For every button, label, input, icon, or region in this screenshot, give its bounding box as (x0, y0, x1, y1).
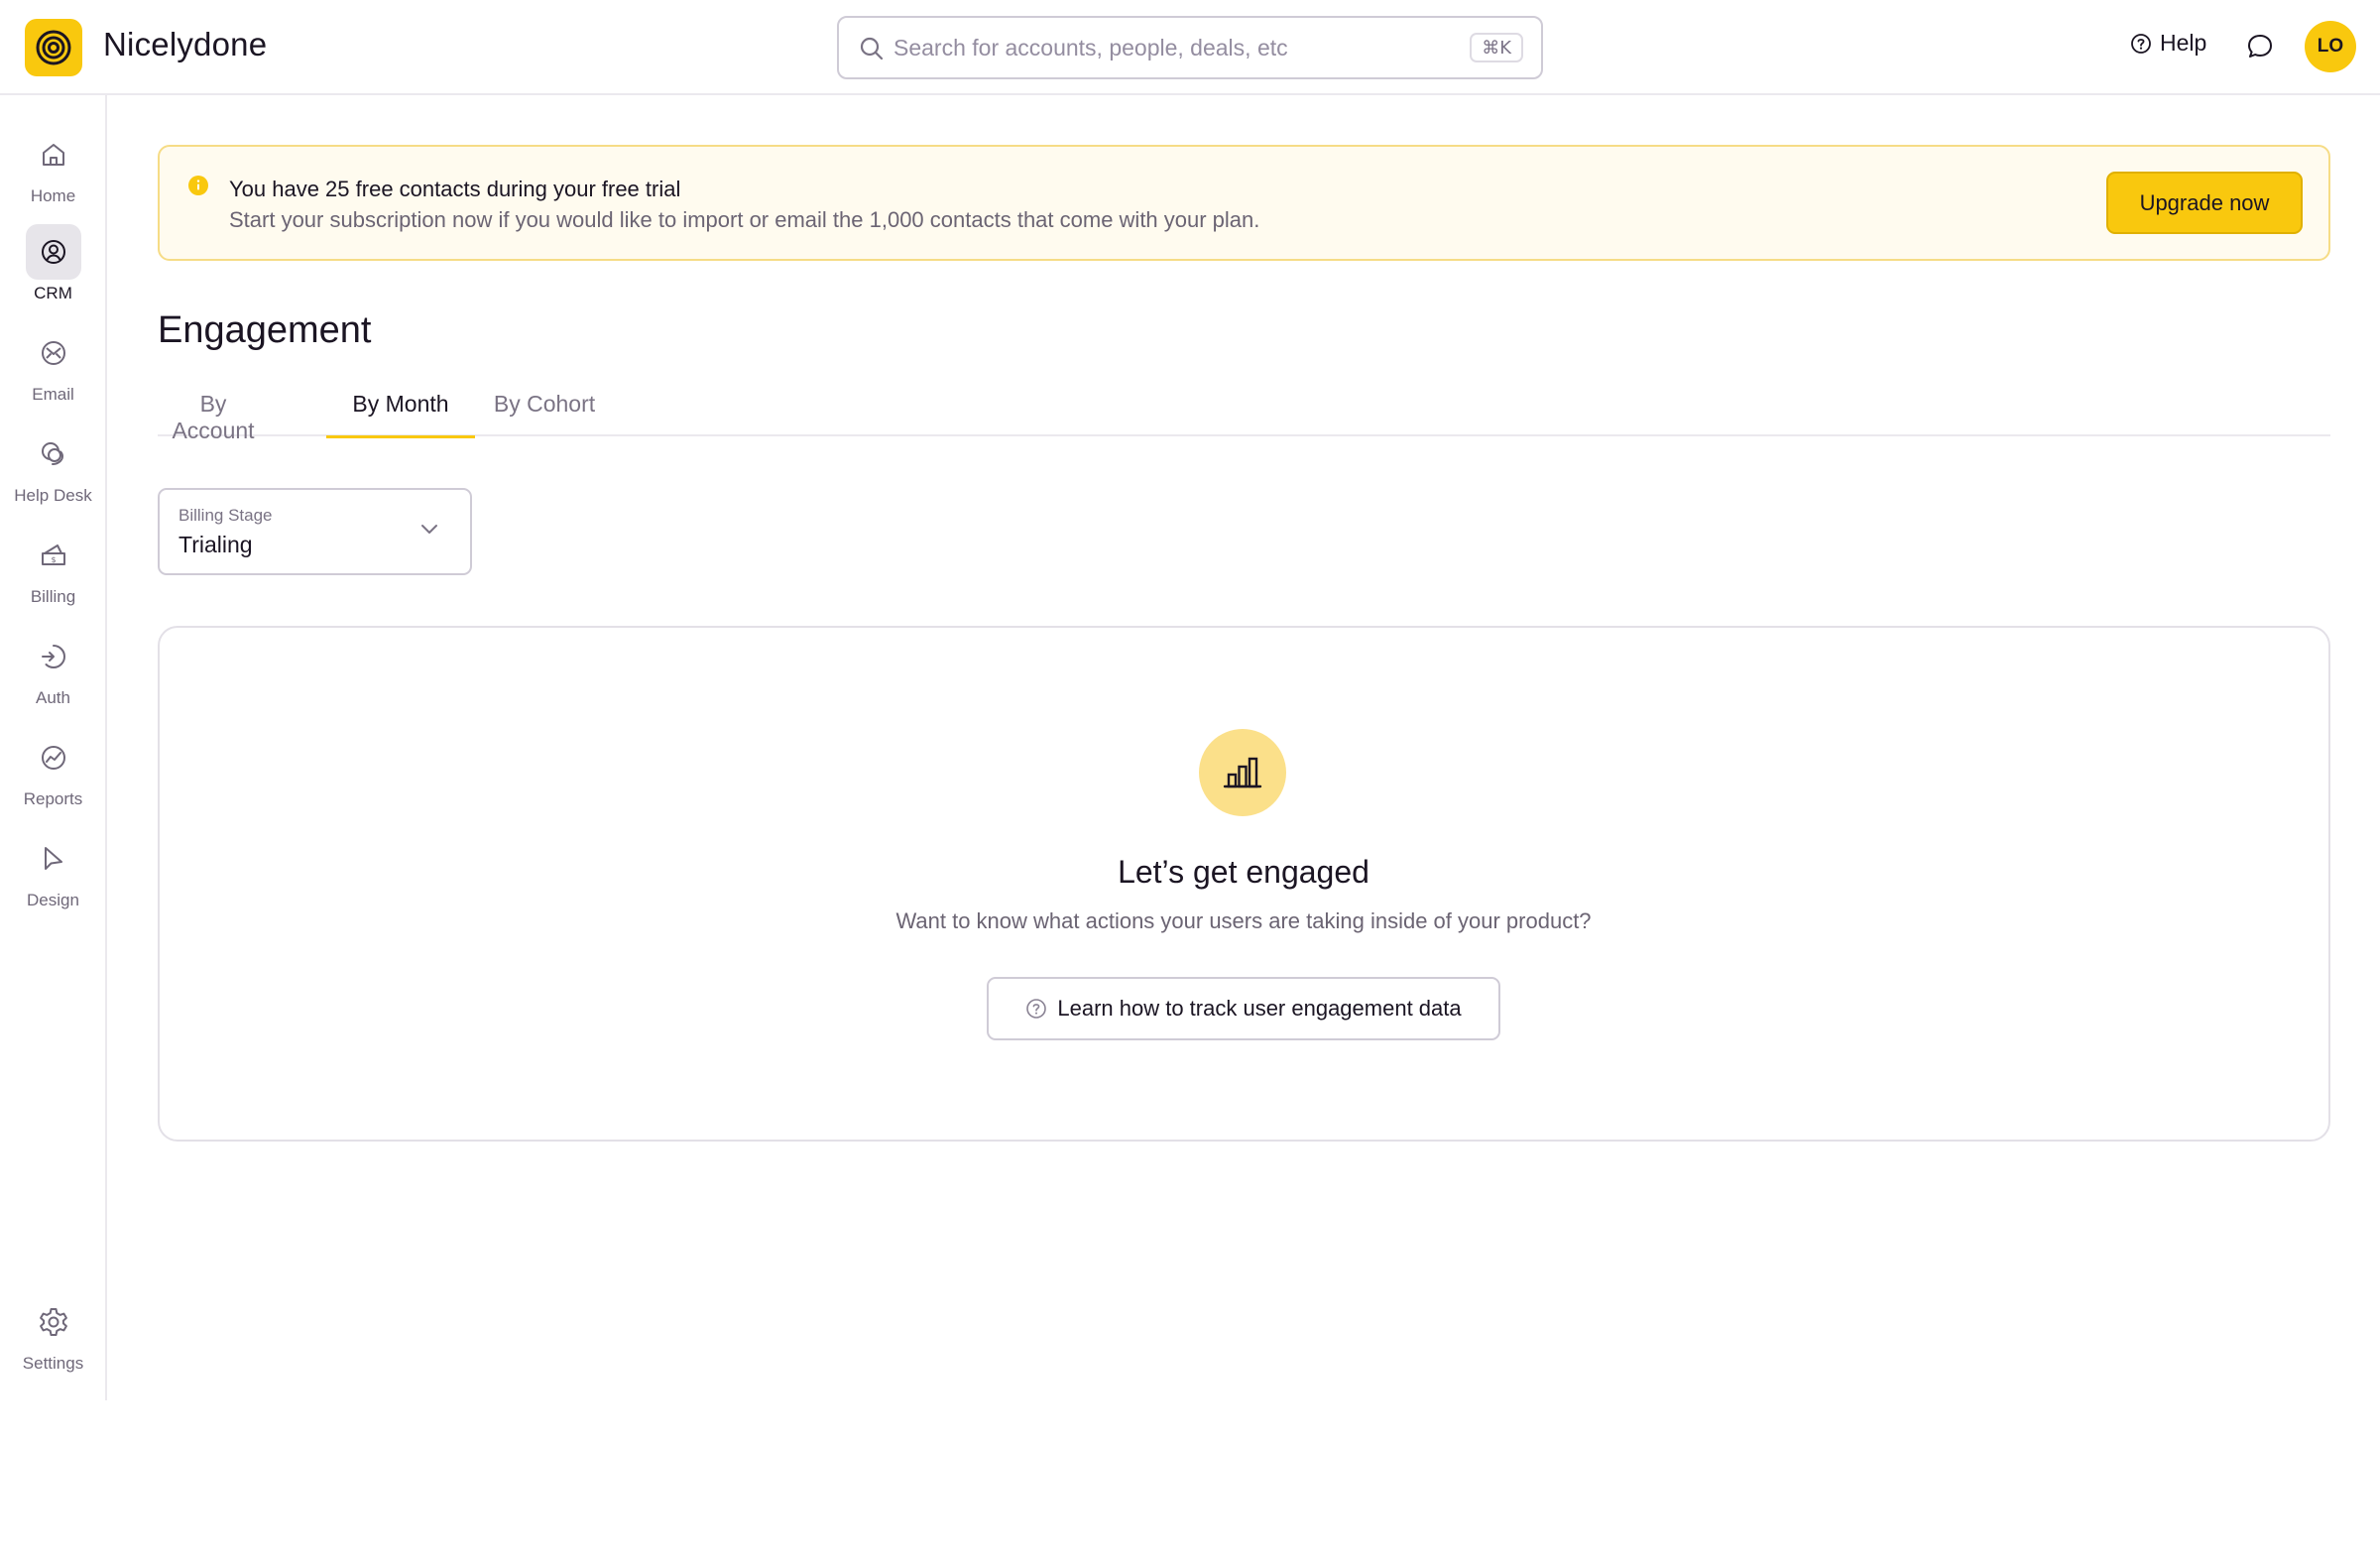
chat-bubbles-icon (41, 442, 63, 465)
sidebar-item-label: Email (32, 385, 74, 404)
tab-by-month[interactable]: By Month (326, 391, 475, 438)
tab-by-account[interactable]: By Account (158, 391, 269, 443)
gear-icon (39, 1308, 67, 1336)
sidebar-item-settings[interactable]: Settings (0, 1294, 106, 1374)
svg-text:$: $ (51, 555, 56, 564)
sidebar-item-email[interactable]: Email (0, 325, 106, 405)
search-input[interactable] (893, 30, 1409, 65)
empty-state-subtitle: Want to know what actions your users are… (895, 908, 1592, 933)
top-header: Nicelydone ⌘K Help LO (0, 0, 2380, 95)
sidebar-item-crm[interactable]: CRM (0, 224, 106, 303)
sidebar-item-label: Reports (23, 789, 83, 808)
info-icon (188, 176, 208, 195)
tab-bar: By Account By Month By Cohort (158, 385, 2330, 443)
sidebar-item-label: Settings (22, 1354, 84, 1373)
search-icon (860, 37, 884, 60)
sidebar-item-label: Help Desk (14, 486, 92, 505)
sidebar-item-label: Auth (36, 688, 70, 707)
bar-chart-icon (1223, 757, 1262, 788)
search-shortcut-badge: ⌘K (1470, 33, 1523, 62)
help-button[interactable]: Help (2130, 30, 2206, 57)
sidebar-item-label: Home (30, 186, 76, 205)
tab-by-cohort[interactable]: By Cohort (486, 391, 603, 436)
chart-line-icon (41, 746, 65, 770)
page-title: Engagement (158, 309, 372, 351)
mail-icon (41, 341, 65, 365)
billing-stage-select[interactable]: Billing Stage Trialing (158, 488, 472, 575)
app-name: Nicelydone (103, 26, 268, 62)
sidebar-item-label: Design (27, 891, 79, 909)
select-value: Trialing (178, 532, 253, 557)
banner-text: Start your subscription now if you would… (229, 207, 1260, 232)
user-avatar[interactable]: LO (2305, 21, 2356, 72)
sidebar-item-help-desk[interactable]: Help Desk (0, 426, 106, 506)
banner-title: You have 25 free contacts during your fr… (229, 177, 681, 201)
chevron-down-icon (421, 525, 437, 534)
sidebar-nav: Home CRM Email Help Desk $ Billing Auth … (0, 95, 107, 1400)
select-label: Billing Stage (178, 506, 273, 525)
global-search[interactable]: ⌘K (837, 16, 1543, 79)
chat-icon[interactable] (2245, 32, 2275, 61)
logo-icon (36, 30, 71, 65)
sidebar-item-billing[interactable]: $ Billing (0, 528, 106, 607)
trial-banner: You have 25 free contacts during your fr… (158, 145, 2330, 261)
help-icon (1026, 999, 1047, 1019)
sidebar-item-label: CRM (34, 284, 72, 302)
empty-state-icon (1199, 729, 1286, 816)
sidebar-item-label: Billing (30, 587, 76, 606)
contact-icon (41, 240, 65, 264)
sidebar-item-reports[interactable]: Reports (0, 730, 106, 809)
sidebar-item-home[interactable]: Home (0, 127, 106, 206)
wallet-icon: $ (41, 544, 65, 565)
learn-button-label: Learn how to track user engagement data (1057, 996, 1462, 1021)
help-icon (2131, 33, 2151, 54)
app-logo[interactable] (25, 19, 82, 76)
sidebar-item-auth[interactable]: Auth (0, 629, 106, 708)
upgrade-now-button[interactable]: Upgrade now (2106, 172, 2303, 234)
empty-state-title: Let’s get engaged (1118, 854, 1369, 890)
home-icon (42, 144, 64, 166)
key-icon (41, 645, 65, 669)
learn-engagement-button[interactable]: Learn how to track user engagement data (987, 977, 1500, 1040)
help-label: Help (2160, 30, 2207, 56)
